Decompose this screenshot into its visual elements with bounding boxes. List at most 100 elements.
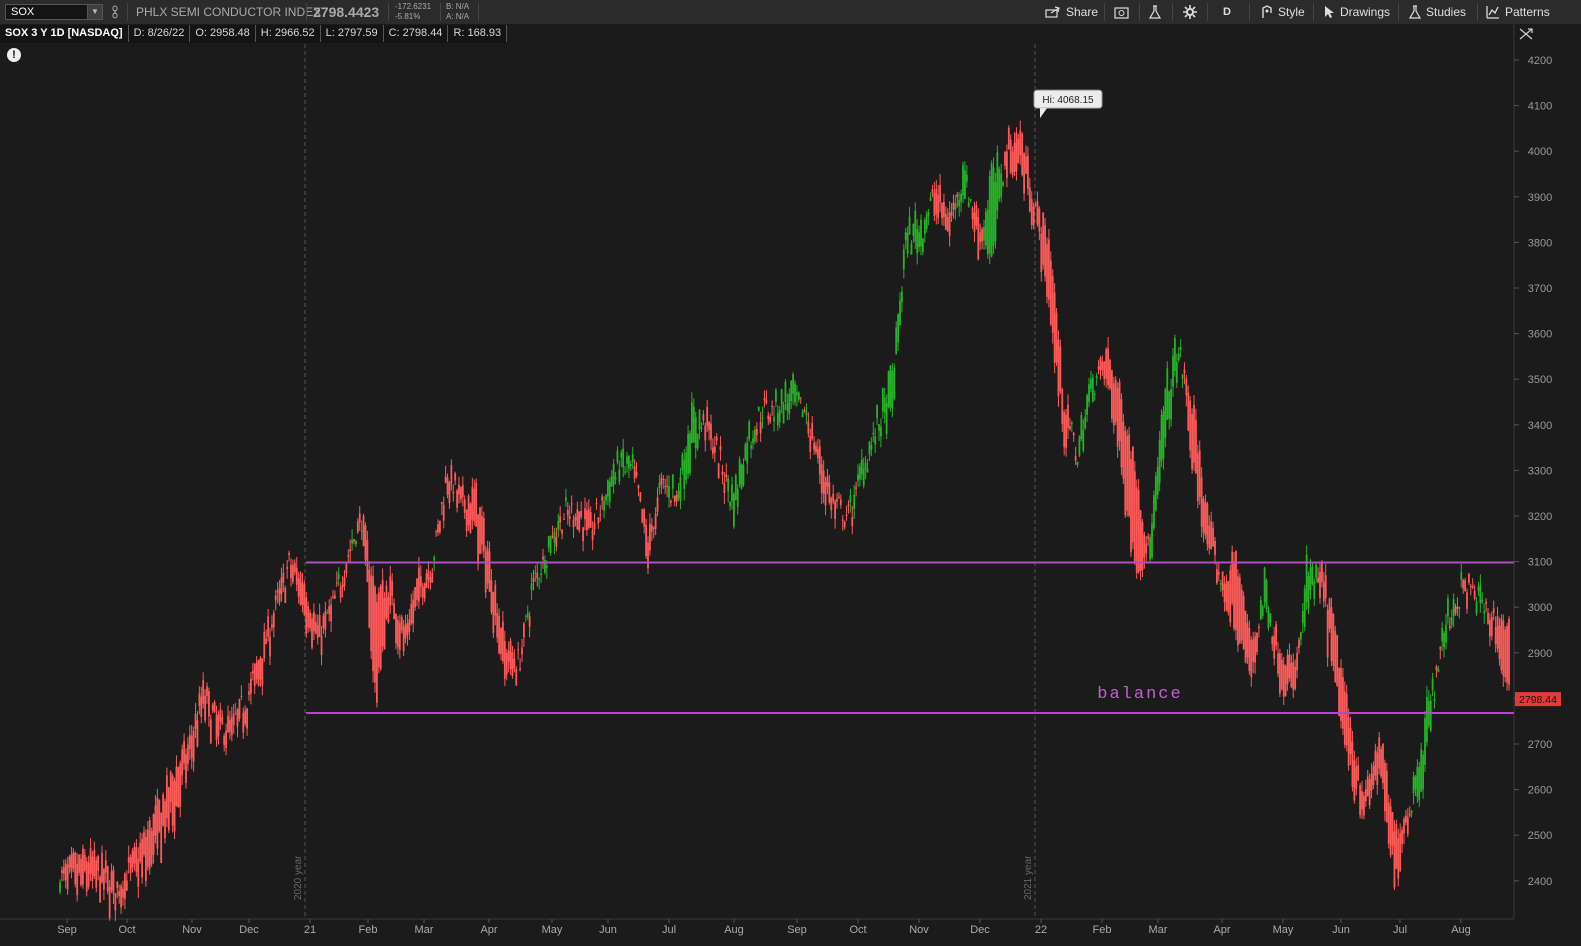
candle-body <box>752 438 754 444</box>
candle-body <box>1290 662 1293 688</box>
x-tick-label: Nov <box>182 924 202 936</box>
candle-body <box>834 501 836 519</box>
candle-body <box>1143 535 1146 558</box>
candle-body <box>335 582 338 584</box>
candle-body <box>1452 599 1455 617</box>
candle-body <box>964 170 966 200</box>
candle-body <box>515 668 518 686</box>
candle-body <box>1418 767 1421 801</box>
candle-body <box>421 586 424 598</box>
candle-body <box>1414 775 1417 790</box>
candle-body <box>910 243 913 255</box>
candle-body <box>1422 754 1424 790</box>
candle-body <box>912 223 915 236</box>
candle-body <box>1051 275 1054 333</box>
x-tick-label: Nov <box>909 924 929 936</box>
candle-body <box>437 524 439 533</box>
x-tick-label: 21 <box>304 924 316 936</box>
candle-body <box>666 485 668 487</box>
candle-body <box>817 448 819 458</box>
candle-body <box>1469 585 1472 587</box>
candle-body <box>851 517 854 527</box>
candle-body <box>513 658 516 669</box>
candle-body <box>557 520 560 530</box>
candle-body <box>986 209 989 255</box>
candle-body <box>652 527 655 530</box>
candle-body <box>694 417 697 449</box>
candle-body <box>880 426 882 437</box>
candle-body <box>721 471 724 475</box>
candle-body <box>1246 622 1249 658</box>
candle-body <box>83 854 86 871</box>
candle-body <box>1292 661 1295 690</box>
price-chart[interactable]: 2020 year2021 year 240025002600270028002… <box>0 0 1581 946</box>
candle-body <box>645 524 647 557</box>
candle-body <box>76 863 79 896</box>
candle-body <box>956 194 959 198</box>
candle-body <box>962 165 964 196</box>
candle-body <box>887 371 890 407</box>
candle-body <box>330 604 332 621</box>
candle-body <box>1185 378 1188 396</box>
candle-body <box>891 370 894 409</box>
reset-zoom-icon[interactable] <box>1518 27 1534 46</box>
candle-body <box>164 801 166 839</box>
candle-body <box>750 445 752 449</box>
candle-body <box>502 621 504 661</box>
candle-body <box>1443 632 1445 648</box>
candle-body <box>97 855 100 871</box>
candle-body <box>133 846 136 864</box>
candle-body <box>1048 239 1050 300</box>
candle-body <box>1240 589 1243 640</box>
candle-body <box>897 314 899 343</box>
candle-body <box>1191 413 1193 469</box>
candle-body <box>116 881 119 888</box>
candle-body <box>1357 765 1360 781</box>
candle-body <box>862 468 865 486</box>
candle-body <box>175 766 178 806</box>
candle-body <box>622 448 625 468</box>
candle-body <box>185 754 187 783</box>
candle-body <box>1114 380 1117 422</box>
candle-body <box>761 417 764 419</box>
candle-body <box>1300 632 1302 640</box>
candle-body <box>607 480 609 497</box>
candle-body <box>689 433 691 474</box>
candle-body <box>1120 399 1123 468</box>
candle-body <box>288 553 290 556</box>
candle-body <box>677 490 680 499</box>
candle-body <box>883 397 886 413</box>
candle-body <box>1313 581 1316 600</box>
bar-date: D: 8/26/22 <box>129 25 191 42</box>
candle-body <box>519 668 521 671</box>
candle-body <box>1445 624 1447 643</box>
candle-body <box>286 566 289 569</box>
candle-body <box>1021 133 1024 175</box>
candle-body <box>91 856 94 881</box>
candle-body <box>1154 475 1157 510</box>
alert-icon[interactable]: ! <box>7 48 21 62</box>
range-value: R: 168.93 <box>448 25 508 42</box>
candle-body <box>981 229 983 242</box>
candle-body <box>61 870 63 874</box>
candle-body <box>1193 404 1195 463</box>
candle-body <box>320 635 323 656</box>
candle-body <box>845 514 848 516</box>
candle-body <box>628 455 630 469</box>
candle-body <box>746 442 749 464</box>
candle-body <box>1286 655 1289 684</box>
candle-body <box>757 406 760 411</box>
candle-body <box>685 452 688 480</box>
candle-body <box>381 579 384 647</box>
candle-body <box>1372 765 1375 785</box>
candle-body <box>269 636 271 657</box>
candle-body <box>566 509 569 516</box>
candle-body <box>893 367 896 399</box>
candle-body <box>200 696 203 717</box>
candle-body <box>561 529 563 534</box>
candle-body <box>1338 668 1340 716</box>
candle-body <box>280 577 283 595</box>
candle-body <box>469 503 472 534</box>
candle-body <box>313 611 315 632</box>
candle-body <box>725 474 728 478</box>
